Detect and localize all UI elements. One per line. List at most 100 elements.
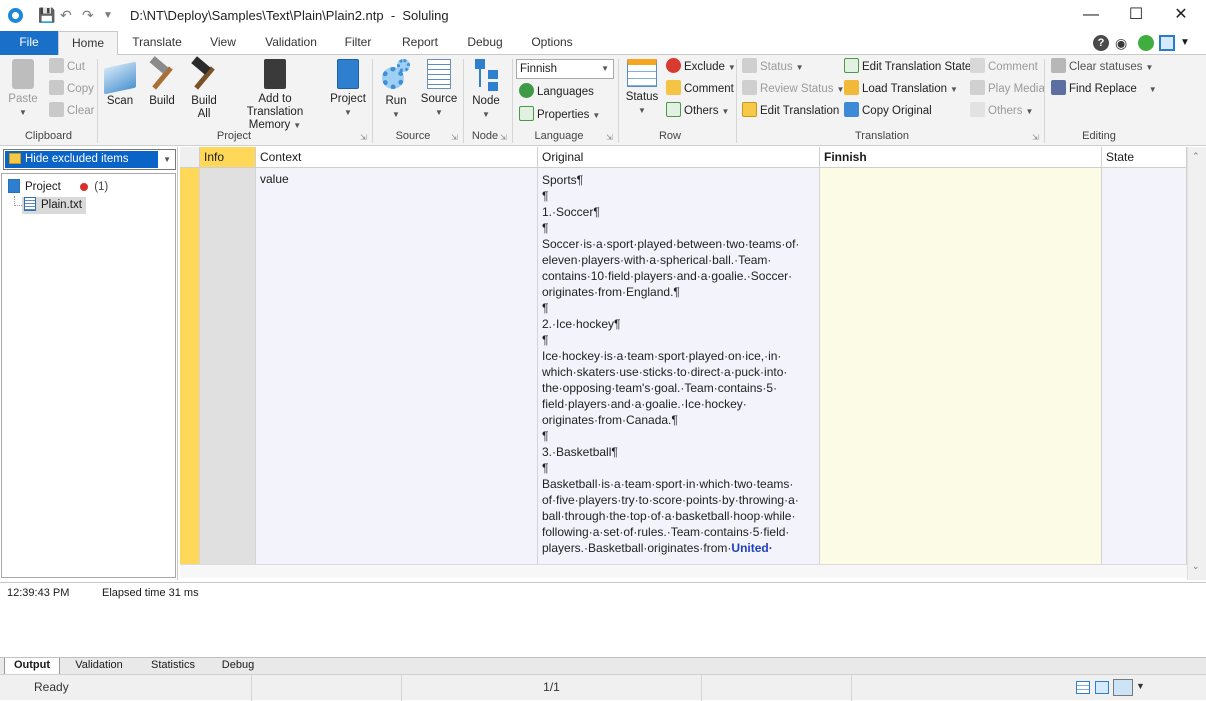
filter-dropdown[interactable]: Hide excluded items ▼ — [3, 149, 176, 170]
clear-statuses-button[interactable]: Clear statuses ▼ — [1051, 57, 1153, 77]
tab-translate[interactable]: Translate — [124, 31, 190, 55]
copy-original-button[interactable]: Copy Original — [844, 101, 932, 121]
monitor-icon[interactable] — [1159, 35, 1175, 51]
output-timestamp: 12:39:43 PM — [7, 587, 70, 599]
cell-state[interactable] — [1102, 168, 1187, 564]
horizontal-scrollbar[interactable] — [180, 564, 1187, 578]
tab-home[interactable]: Home — [58, 31, 118, 56]
stop-sign-icon — [666, 58, 681, 73]
cell-info[interactable] — [200, 168, 256, 564]
load-translation-button[interactable]: Load Translation ▼ — [844, 79, 958, 99]
run-button[interactable]: Run ▼ — [378, 59, 414, 121]
exclude-button[interactable]: Exclude ▼ — [666, 57, 736, 77]
scroll-up-icon[interactable]: ⌃ — [1192, 151, 1200, 162]
table-status-icon — [627, 59, 657, 87]
window-title: D:\NT\Deploy\Samples\Text\Plain\Plain2.n… — [130, 8, 449, 23]
highlighted-term: United· — [731, 541, 773, 555]
tab-view[interactable]: View — [200, 31, 246, 55]
dialog-launcher-icon[interactable]: ⇲ — [360, 133, 367, 142]
copy-button[interactable]: Copy — [49, 79, 94, 99]
cell-translation-finnish[interactable] — [820, 168, 1102, 564]
view-options-icon[interactable]: ▼ — [1136, 681, 1145, 691]
group-label-language: Language — [534, 130, 584, 142]
translation-status-button[interactable]: Status ▼ — [742, 57, 804, 77]
pencil-icon — [9, 153, 21, 164]
language-select[interactable]: Finnish ▼ — [516, 59, 614, 79]
soluling-logo-icon[interactable] — [8, 8, 23, 23]
scissors-icon — [49, 58, 64, 73]
column-header-finnish[interactable]: Finnish — [820, 147, 1102, 168]
minimize-button[interactable]: — — [1068, 0, 1114, 31]
customize-quick-access-icon[interactable]: ▼ — [103, 10, 113, 21]
cell-original[interactable]: Sports¶ ¶ 1.·Soccer¶ ¶ Soccer·is·a·sport… — [538, 168, 820, 564]
tab-filter[interactable]: Filter — [336, 31, 380, 55]
row-status-button[interactable]: Status ▼ — [623, 59, 661, 117]
review-status-button[interactable]: Review Status ▼ — [742, 79, 844, 99]
languages-button[interactable]: Languages — [519, 82, 594, 102]
dialog-launcher-icon[interactable]: ⇲ — [451, 133, 458, 142]
tab-output-validation[interactable]: Validation — [66, 658, 132, 674]
dialog-launcher-icon[interactable]: ⇲ — [606, 133, 613, 142]
column-header-context[interactable]: Context — [256, 147, 538, 168]
binoculars-icon[interactable]: ◉ — [1115, 35, 1131, 51]
add-to-translation-memory-button[interactable]: Add to Translation Memory ▼ — [229, 59, 321, 132]
tab-output[interactable]: Output — [4, 658, 60, 674]
cell-context[interactable]: value — [256, 168, 538, 564]
row-others-button[interactable]: Others ▼ — [666, 101, 729, 121]
tab-report[interactable]: Report — [394, 31, 446, 55]
copy-icon — [49, 80, 64, 95]
help-icon[interactable]: ? — [1093, 35, 1109, 51]
tab-file[interactable]: File — [0, 31, 58, 55]
dialog-launcher-icon[interactable]: ⇲ — [1032, 133, 1039, 142]
project-tree[interactable]: Project (1) Plain.txt — [1, 173, 176, 578]
grid-corner[interactable] — [180, 147, 200, 168]
maximize-button[interactable]: ☐ — [1113, 0, 1159, 31]
undo-icon[interactable]: ↶ — [60, 7, 72, 24]
split-view-icon[interactable] — [1113, 679, 1133, 696]
form-view-icon[interactable] — [1095, 681, 1109, 694]
column-header-info[interactable]: Info — [200, 147, 256, 168]
group-label-project: Project — [216, 130, 252, 142]
find-replace-button[interactable]: Find Replace ▼ — [1051, 79, 1157, 99]
build-all-button[interactable]: Build All — [186, 56, 222, 121]
cut-button[interactable]: Cut — [49, 57, 85, 77]
save-icon[interactable]: 💾 — [38, 7, 55, 24]
tab-validation[interactable]: Validation — [258, 31, 324, 55]
tab-debug[interactable]: Debug — [460, 31, 510, 55]
column-header-original[interactable]: Original — [538, 147, 820, 168]
row-indicator[interactable] — [180, 168, 200, 564]
grid-view-icon[interactable] — [1076, 681, 1090, 694]
status-segment — [252, 675, 402, 701]
column-header-state[interactable]: State — [1102, 147, 1187, 168]
translation-comment-button[interactable]: Comment — [970, 57, 1038, 77]
tab-output-debug[interactable]: Debug — [212, 658, 264, 674]
clear-button[interactable]: Clear — [49, 101, 94, 121]
tab-options[interactable]: Options — [524, 31, 580, 55]
eraser-icon — [49, 102, 64, 117]
node-button[interactable]: Node ▼ — [468, 59, 504, 121]
tree-item-project[interactable]: Project (1) — [8, 179, 108, 196]
redo-icon[interactable]: ↷ — [82, 7, 94, 24]
properties-button[interactable]: Properties ▼ — [519, 105, 600, 125]
edit-translation-state-button[interactable]: Edit Translation State — [844, 57, 971, 77]
group-label-row: Row — [658, 130, 681, 142]
translation-grid[interactable]: Info Context Original Finnish State valu… — [180, 147, 1206, 580]
play-media-button[interactable]: Play Media — [970, 79, 1045, 99]
gears-icon — [380, 59, 412, 91]
scroll-down-icon[interactable]: ⌄ — [1192, 561, 1200, 572]
tab-statistics[interactable]: Statistics — [142, 658, 204, 674]
project-button[interactable]: Project ▼ — [328, 59, 368, 119]
vertical-scrollbar[interactable]: ⌃ ⌄ — [1187, 147, 1206, 580]
ribbon-options-icon[interactable]: ▼ — [1180, 35, 1196, 51]
scan-button[interactable]: Scan — [102, 59, 138, 108]
tree-item-plain-txt[interactable]: Plain.txt — [22, 197, 86, 214]
row-comment-button[interactable]: Comment — [666, 79, 734, 99]
dialog-launcher-icon[interactable]: ⇲ — [500, 133, 507, 142]
source-button[interactable]: Source ▼ — [420, 59, 458, 119]
close-button[interactable]: ✕ — [1158, 0, 1204, 31]
edit-translation-button[interactable]: Edit Translation — [742, 101, 839, 121]
translation-others-button[interactable]: Others ▼ — [970, 101, 1033, 121]
build-button[interactable]: Build — [144, 56, 180, 108]
paste-button[interactable]: Paste ▼ — [4, 59, 42, 119]
location-icon[interactable] — [1138, 35, 1154, 51]
